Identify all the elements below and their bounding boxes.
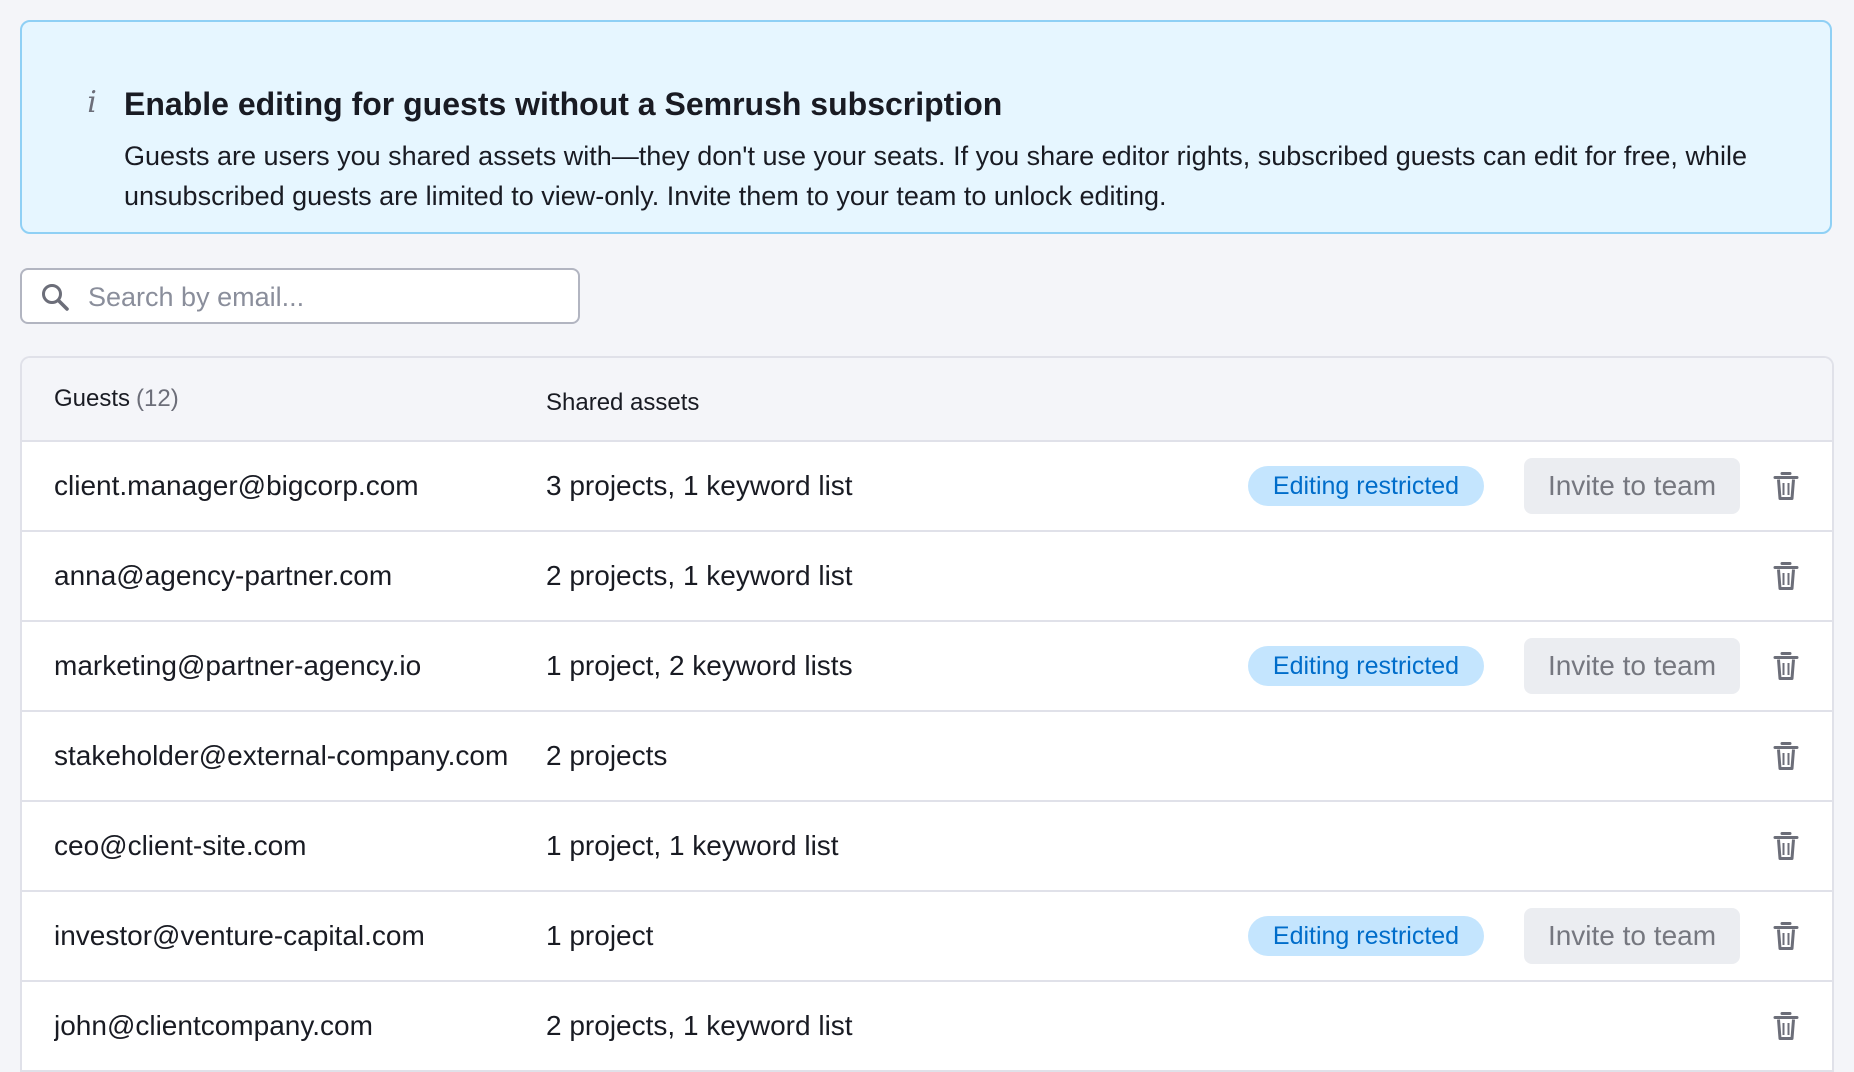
table-row: client.manager@bigcorp.com 3 projects, 1… — [22, 442, 1832, 532]
info-banner: i Enable editing for guests without a Se… — [20, 20, 1832, 234]
invite-to-team-button[interactable]: Invite to team — [1524, 458, 1740, 514]
column-header-shared-assets: Shared assets — [546, 389, 700, 416]
search-input[interactable] — [86, 274, 570, 320]
invite-to-team-button[interactable]: Invite to team — [1524, 638, 1740, 694]
guest-email: marketing@partner-agency.io — [54, 650, 422, 681]
guest-email: investor@venture-capital.com — [54, 920, 425, 951]
invite-to-team-button[interactable]: Invite to team — [1524, 908, 1740, 964]
shared-assets-text: 1 project, 1 keyword list — [546, 830, 839, 861]
trash-icon[interactable] — [1770, 740, 1802, 772]
trash-icon[interactable] — [1770, 650, 1802, 682]
trash-icon[interactable] — [1770, 470, 1802, 502]
table-row: john@clientcompany.com 2 projects, 1 key… — [22, 982, 1832, 1072]
guests-table: Guests (12) Shared assets client.manager@… — [20, 356, 1834, 1072]
trash-icon[interactable] — [1770, 560, 1802, 592]
guest-email: ceo@client-site.com — [54, 830, 307, 861]
column-header-guests: Guests (12) — [54, 384, 179, 414]
table-row: ceo@client-site.com 1 project, 1 keyword… — [22, 802, 1832, 892]
banner-text: Guests are users you shared assets with—… — [124, 141, 1747, 211]
status-badge: Editing restricted — [1248, 466, 1484, 506]
table-row: anna@agency-partner.com 2 projects, 1 ke… — [22, 532, 1832, 622]
guest-email: client.manager@bigcorp.com — [54, 470, 419, 501]
table-row: marketing@partner-agency.io 1 project, 2… — [22, 622, 1832, 712]
shared-assets-text: 2 projects, 1 keyword list — [546, 1010, 853, 1041]
search-icon — [42, 284, 69, 311]
status-badge: Editing restricted — [1248, 916, 1484, 956]
guests-header-label: Guests — [54, 385, 131, 412]
search-box[interactable] — [20, 268, 580, 324]
shared-assets-text: 2 projects — [546, 740, 668, 771]
trash-icon[interactable] — [1770, 920, 1802, 952]
trash-icon[interactable] — [1770, 830, 1802, 862]
trash-icon[interactable] — [1770, 1010, 1802, 1042]
guests-page: i Enable editing for guests without a Se… — [0, 0, 1854, 1072]
shared-assets-text: 1 project, 2 keyword lists — [546, 650, 853, 681]
shared-assets-text: 1 project — [546, 920, 654, 951]
table-row: stakeholder@external-company.com 2 proje… — [22, 712, 1832, 802]
guest-email: stakeholder@external-company.com — [54, 740, 509, 771]
table-body: client.manager@bigcorp.com 3 projects, 1… — [22, 442, 1832, 1072]
shared-assets-text: 3 projects, 1 keyword list — [546, 470, 853, 501]
info-icon: i — [87, 85, 97, 120]
shared-assets-text: 2 projects, 1 keyword list — [546, 560, 853, 591]
table-row: investor@venture-capital.com 1 project E… — [22, 892, 1832, 982]
status-badge: Editing restricted — [1248, 646, 1484, 686]
banner-title: Enable editing for guests without a Semr… — [124, 86, 1003, 122]
guest-email: john@clientcompany.com — [54, 1010, 373, 1041]
guests-count: (12) — [136, 385, 179, 412]
guest-email: anna@agency-partner.com — [54, 560, 393, 591]
table-header: Guests (12) Shared assets — [22, 358, 1832, 442]
